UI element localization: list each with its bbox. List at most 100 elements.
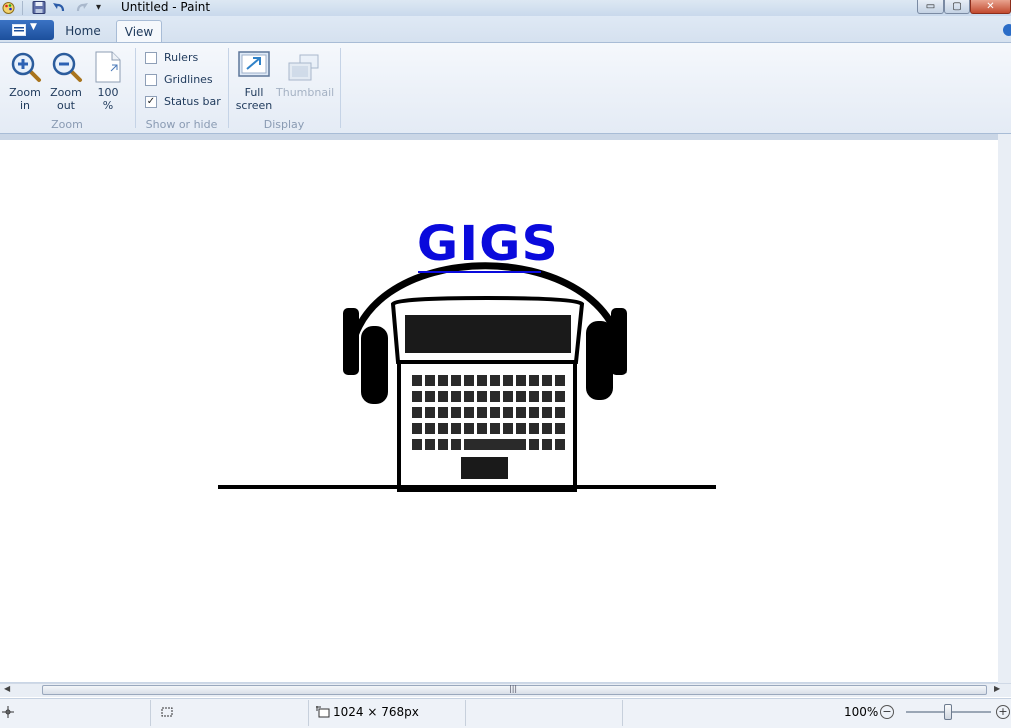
- status-divider: [308, 700, 309, 726]
- zoom-slider-thumb[interactable]: [944, 704, 952, 720]
- close-button[interactable]: ✕: [970, 0, 1011, 14]
- display-group-label: Display: [263, 118, 305, 131]
- thumbnail-label: Thumbnail: [276, 86, 335, 99]
- keyboard-key: [555, 407, 565, 418]
- keyboard-key: [477, 423, 487, 434]
- zoom-level-text: 100%: [844, 705, 879, 719]
- keyboard-key: [529, 391, 539, 402]
- status-divider: [150, 700, 151, 726]
- keyboard-key: [412, 375, 422, 386]
- keyboard-key: [490, 423, 500, 434]
- keyboard-key: [425, 439, 435, 450]
- keyboard-key: [451, 391, 461, 402]
- zoom-in-label-line1: Zoom: [9, 86, 41, 99]
- gridlines-label[interactable]: Gridlines: [164, 73, 213, 86]
- zoom-out-status-button[interactable]: −: [880, 705, 894, 719]
- keyboard-key: [438, 423, 448, 434]
- zoom-in-button[interactable]: Zoom in: [6, 48, 44, 114]
- keyboard-key: [490, 407, 500, 418]
- keyboard-key: [451, 423, 461, 434]
- keyboard-key: [464, 423, 474, 434]
- redo-icon[interactable]: [75, 1, 89, 14]
- actual-size-page-icon: [95, 51, 121, 83]
- keyboard-key: [438, 375, 448, 386]
- full-screen-button[interactable]: Full screen: [234, 48, 274, 114]
- cursor-position-icon: [2, 706, 14, 718]
- minimize-button[interactable]: ▭: [917, 0, 944, 14]
- keyboard-key: [451, 407, 461, 418]
- keyboard-key: [555, 375, 565, 386]
- keyboard-key: [542, 375, 552, 386]
- zoom-in-icon: [11, 52, 41, 82]
- keyboard-key: [529, 407, 539, 418]
- keyboard-key: [425, 375, 435, 386]
- keyboard-key: [503, 375, 513, 386]
- drawing-canvas[interactable]: GIGS: [0, 140, 998, 682]
- keyboard-key: [451, 439, 461, 450]
- group-separator: [340, 48, 341, 128]
- image-size-text: 1024 × 768px: [333, 705, 419, 719]
- status-divider: [465, 700, 466, 726]
- gridlines-checkbox[interactable]: [145, 74, 157, 86]
- group-separator: [135, 48, 136, 128]
- status-bar-checkbox[interactable]: ✓: [145, 96, 157, 108]
- tab-home[interactable]: Home: [60, 20, 106, 43]
- scroll-grip-icon: |||: [509, 684, 518, 693]
- keyboard-key: [464, 391, 474, 402]
- keyboard-key: [425, 407, 435, 418]
- keyboard-key: [555, 439, 565, 450]
- zoom-out-icon: [52, 52, 82, 82]
- customize-qat-icon[interactable]: ▾: [96, 0, 101, 16]
- keyboard-key: [516, 391, 526, 402]
- keyboard-key: [529, 439, 539, 450]
- keyboard-key: [412, 391, 422, 402]
- status-bar-label[interactable]: Status bar: [164, 95, 221, 108]
- keyboard-key: [516, 423, 526, 434]
- scroll-right-icon[interactable]: ▶: [994, 684, 1000, 693]
- zoom-out-button[interactable]: Zoom out: [47, 48, 85, 114]
- menu-document-icon: [12, 24, 26, 36]
- full-screen-icon: [238, 51, 270, 77]
- zoom-100-button[interactable]: 100 %: [89, 48, 127, 114]
- full-screen-label-line2: screen: [235, 99, 273, 112]
- paint-app-icon[interactable]: [2, 1, 15, 15]
- save-icon[interactable]: [32, 1, 46, 14]
- window-title: Untitled - Paint: [121, 0, 211, 14]
- qat-divider: [22, 1, 23, 15]
- zoom-group-label: Zoom: [51, 118, 83, 131]
- vertical-scrollbar[interactable]: [998, 134, 1011, 684]
- keyboard-key: [555, 391, 565, 402]
- keyboard-key: [529, 423, 539, 434]
- keyboard-key: [503, 407, 513, 418]
- tab-view[interactable]: View: [116, 20, 162, 43]
- image-size-icon: [316, 706, 330, 718]
- zoom-100-label-line2: %: [102, 99, 114, 112]
- keyboard-key: [477, 375, 487, 386]
- status-divider: [622, 700, 623, 726]
- keyboard-key: [412, 439, 422, 450]
- scroll-left-icon[interactable]: ◀: [4, 684, 10, 693]
- maximize-button[interactable]: ▢: [944, 0, 970, 14]
- thumbnail-button[interactable]: Thumbnail: [276, 48, 335, 114]
- keyboard-key: [503, 423, 513, 434]
- keyboard-key: [425, 391, 435, 402]
- thumbnail-icon: [288, 54, 319, 81]
- undo-icon[interactable]: [52, 1, 66, 14]
- rulers-label[interactable]: Rulers: [164, 51, 198, 64]
- keyboard-key: [516, 375, 526, 386]
- keyboard-key: [438, 407, 448, 418]
- full-screen-label-line1: Full: [244, 86, 264, 99]
- group-separator: [228, 48, 229, 128]
- paint-menu-button[interactable]: ▼: [0, 20, 54, 40]
- zoom-in-status-button[interactable]: +: [996, 705, 1010, 719]
- help-icon[interactable]: [1001, 23, 1011, 37]
- keyboard-key: [503, 391, 513, 402]
- keyboard-key: [464, 407, 474, 418]
- rulers-checkbox[interactable]: [145, 52, 157, 64]
- keyboard-key: [451, 375, 461, 386]
- keyboard-key: [542, 439, 552, 450]
- gigs-logo-text: GIGS: [416, 216, 559, 272]
- keyboard-key: [477, 407, 487, 418]
- keyboard-key: [438, 439, 448, 450]
- menu-dropdown-icon: ▼: [30, 22, 37, 32]
